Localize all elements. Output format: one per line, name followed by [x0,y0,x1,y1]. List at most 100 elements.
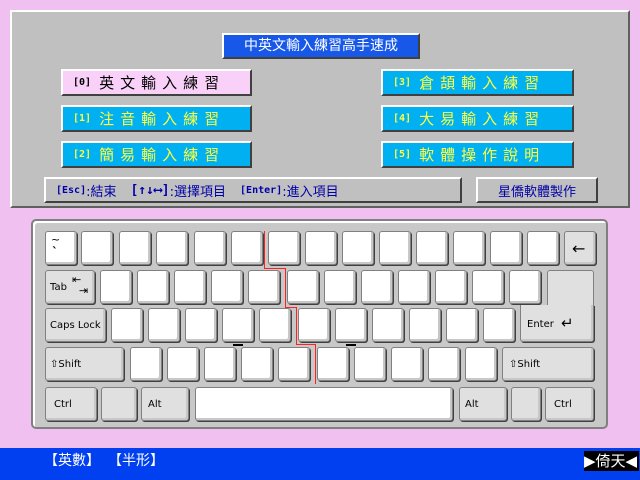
key [167,347,199,381]
key [409,308,441,342]
menu-item-cangjie[interactable]: [3] 倉頡輸入練習 [381,69,574,96]
key-left-alt-label: Alt [148,399,162,410]
key [317,347,349,381]
key-enter-upper [547,270,594,306]
menu-item-label: 英文輸入練習 [99,74,226,92]
key [268,231,300,265]
main-menu-panel: 中英文輸入練習高手速成 [0] 英文輸入練習 [1] 注音輸入練習 [2] 簡易… [10,10,630,208]
menu-item-label: 大易輸入練習 [419,110,546,128]
key-left-ctrl: Ctrl [45,387,97,421]
enter-arrow-icon: ↵ [561,314,574,332]
key-tab: Tab ⇤ ⇥ [45,270,95,304]
key [194,231,226,265]
key-right-shift-label: ⇧Shift [509,359,541,370]
key-blank [511,387,541,421]
enter-key-hint: [Enter] [240,184,283,196]
app-title: 中英文輸入練習高手速成 [222,33,420,59]
key-backspace: ← [564,231,596,265]
key [287,270,319,304]
key [259,308,291,342]
credit-button[interactable]: 星僑軟體製作 [476,177,598,203]
key-space [195,387,453,421]
key [372,308,404,342]
key [174,270,206,304]
key [483,308,515,342]
key [130,347,162,381]
key [278,347,310,381]
width-mode-indicator: 【半形】 [108,453,164,469]
key [137,270,169,304]
key-enter-label: Enter [527,319,554,330]
key-backtick-label: ` [52,245,58,259]
input-mode-indicator: 【英數】 [44,453,100,469]
key [472,270,504,304]
key [361,270,393,304]
key [248,270,280,304]
menu-item-dayi[interactable]: [4] 大易輸入練習 [381,105,574,132]
key-left-shift: ⇧Shift [45,347,124,381]
eten-brand-label: ▶倚天◀ [584,451,640,471]
key [435,270,467,304]
status-bar: 【英數】 【半形】 ▶倚天◀ [0,448,640,480]
key [509,270,541,304]
key-home-j [335,308,367,346]
key-right-alt-label: Alt [465,399,479,410]
key [453,231,485,265]
tab-arrow-icon: ⇤ ⇥ [72,273,89,297]
key [148,308,180,342]
key-left-alt: Alt [141,387,189,421]
menu-item-simplex[interactable]: [2] 簡易輸入練習 [61,141,252,168]
key [527,231,559,265]
key [490,231,522,265]
key [446,308,478,342]
menu-item-number: [1] [73,113,92,124]
key-tab-label: Tab [50,282,67,293]
menu-item-english[interactable]: [0] 英文輸入練習 [61,69,252,96]
menu-item-number: [3] [393,77,412,88]
menu-item-number: [5] [393,149,412,160]
key [100,270,132,304]
key [185,308,217,342]
key [342,231,374,265]
key [354,347,386,381]
menu-item-manual[interactable]: [5] 軟體操作說明 [381,141,574,168]
key [241,347,273,381]
arrow-hint-text: :選擇項目 [169,184,227,200]
esc-key-hint: [Esc] [56,184,87,196]
key [211,270,243,304]
menu-item-label: 注音輸入練習 [99,110,226,128]
key-left-shift-label: ⇧Shift [50,359,82,370]
key [305,231,337,265]
enter-hint-text: :進入項目 [282,184,339,200]
esc-hint-text: :結束 [86,184,117,200]
key [398,270,430,304]
key-caps-label: Caps Lock [50,320,101,331]
key-tilde: ~ ` [45,231,77,265]
key-left-ctrl-label: Ctrl [54,399,72,410]
arrow-key-hint: [↑↓⟷] [130,182,170,198]
menu-item-zhuyin[interactable]: [1] 注音輸入練習 [61,105,252,132]
key-right-shift: ⇧Shift [502,347,594,381]
key [156,231,188,265]
key [428,347,460,381]
menu-item-label: 軟體操作說明 [419,146,546,164]
menu-item-label: 簡易輸入練習 [99,146,226,164]
key [391,347,423,381]
menu-item-label: 倉頡輸入練習 [419,74,546,92]
keyboard-diagram: ~ ` ← Tab ⇤ ⇥ Caps Lock Enter ↵ ⇧Shift ⇧… [31,219,608,429]
menu-item-number: [0] [73,77,92,88]
key-right-ctrl: Ctrl [545,387,594,421]
key [204,347,236,381]
menu-item-number: [2] [73,149,92,160]
menu-item-number: [4] [393,113,412,124]
key-enter: Enter ↵ [520,305,594,342]
key-right-ctrl-label: Ctrl [554,399,572,410]
key-blank [101,387,137,421]
key-right-alt: Alt [459,387,507,421]
key [379,231,411,265]
key [416,231,448,265]
backspace-arrow-icon: ← [572,239,586,258]
key [465,347,497,381]
key-home-f [222,308,254,346]
key-caps-lock: Caps Lock [45,308,106,342]
